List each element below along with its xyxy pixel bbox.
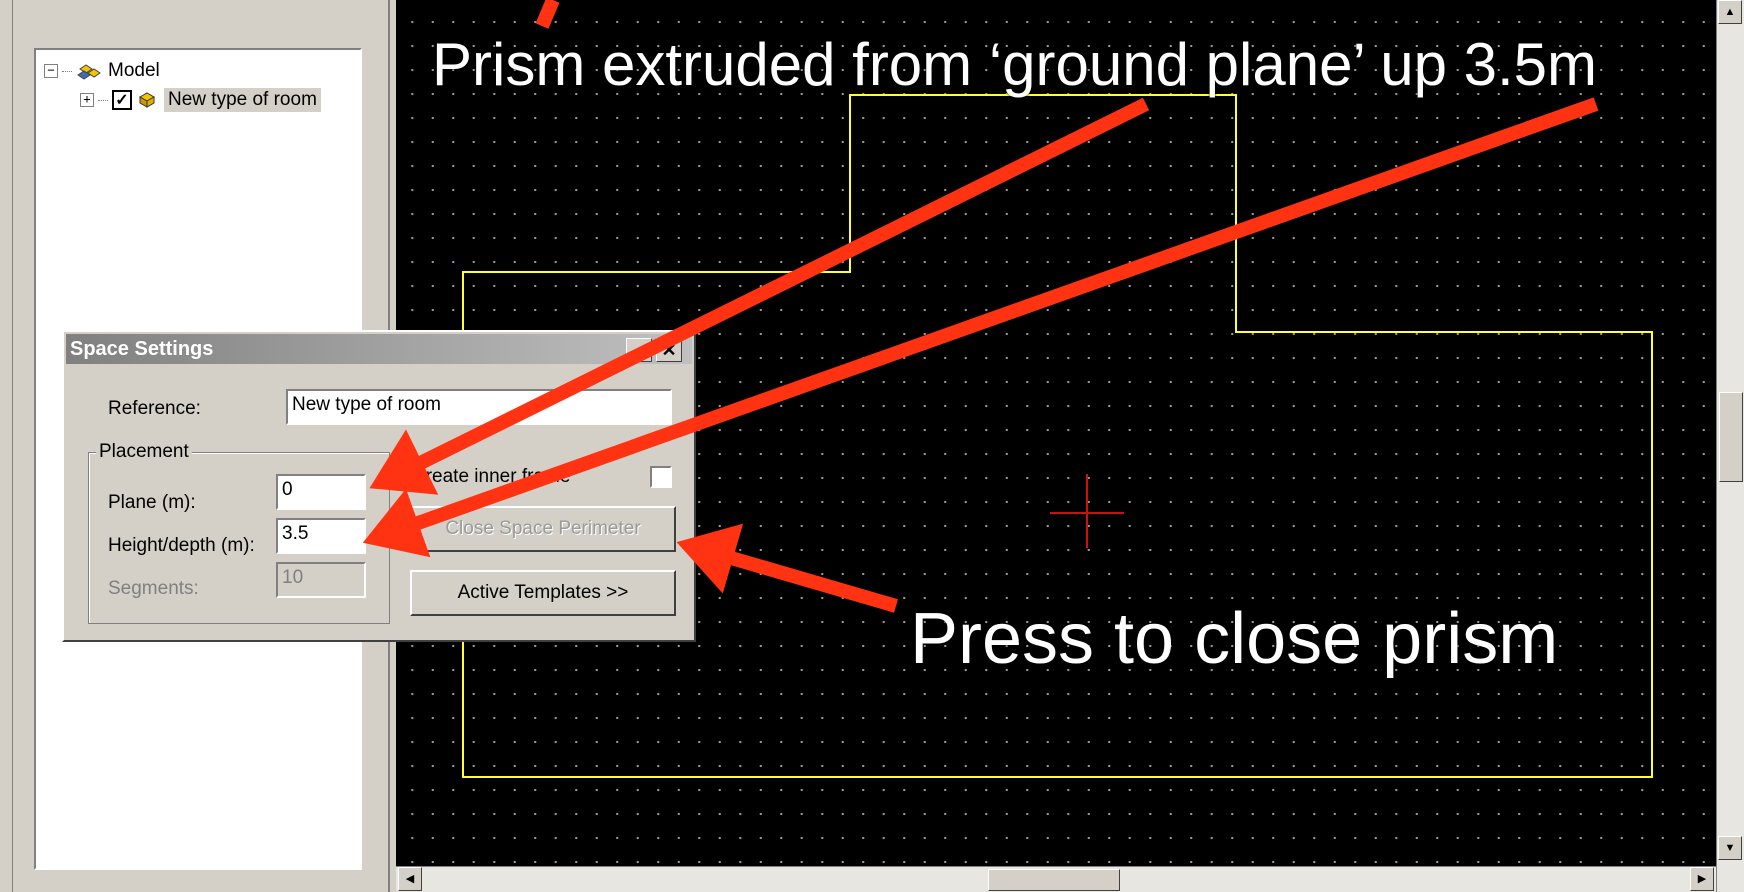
- tree-item-model[interactable]: − Model: [44, 60, 160, 82]
- panel-edge: [0, 0, 13, 892]
- scroll-left-button[interactable]: ◀: [398, 867, 422, 891]
- tree-item-label: New type of room: [164, 88, 321, 112]
- collapse-icon[interactable]: −: [44, 64, 58, 78]
- inner-frame-checkbox[interactable]: [650, 466, 672, 488]
- tree-connector: [62, 70, 72, 72]
- segments-label: Segments:: [108, 578, 199, 599]
- space-settings-dialog: Space Settings _ ✕ Reference: New type o…: [62, 330, 696, 642]
- tree-item-room[interactable]: + ✓ New type of room: [80, 88, 321, 112]
- segments-input: 10: [276, 562, 366, 598]
- horizontal-scrollbar[interactable]: ◀ ▶: [396, 866, 1716, 892]
- crosshair-icon: [1050, 474, 1124, 548]
- reference-label: Reference:: [108, 398, 201, 419]
- tree-connector: [98, 99, 108, 101]
- height-input[interactable]: 3.5: [276, 518, 366, 554]
- inner-frame-label: Create inner frame: [412, 466, 571, 487]
- scroll-down-button[interactable]: ▼: [1718, 836, 1742, 860]
- plane-input[interactable]: 0: [276, 474, 366, 510]
- model-icon: [77, 64, 101, 80]
- minimize-button[interactable]: _: [626, 338, 652, 362]
- vertical-scroll-thumb[interactable]: [1719, 392, 1743, 482]
- dialog-title[interactable]: Space Settings: [66, 334, 692, 364]
- tree-item-label: Model: [108, 60, 160, 81]
- bottom-callout: Press to close prism: [910, 599, 1559, 679]
- room-icon: [138, 92, 156, 108]
- scroll-right-button[interactable]: ▶: [1690, 867, 1714, 891]
- close-space-perimeter-button[interactable]: Close Space Perimeter: [410, 506, 676, 552]
- height-label: Height/depth (m):: [108, 535, 255, 556]
- plane-label: Plane (m):: [108, 492, 196, 513]
- vertical-scrollbar[interactable]: ▲ ▼: [1716, 0, 1744, 892]
- placement-group-title: Placement: [96, 441, 192, 463]
- reference-input[interactable]: New type of room: [286, 389, 672, 425]
- expand-icon[interactable]: +: [80, 93, 94, 107]
- visibility-checkbox[interactable]: ✓: [112, 90, 132, 110]
- active-templates-button[interactable]: Active Templates >>: [410, 570, 676, 616]
- scroll-up-button[interactable]: ▲: [1718, 0, 1742, 24]
- close-button[interactable]: ✕: [656, 338, 682, 362]
- top-callout: Prism extruded from ‘ground plane’ up 3.…: [432, 31, 1598, 98]
- horizontal-scroll-thumb[interactable]: [988, 869, 1120, 891]
